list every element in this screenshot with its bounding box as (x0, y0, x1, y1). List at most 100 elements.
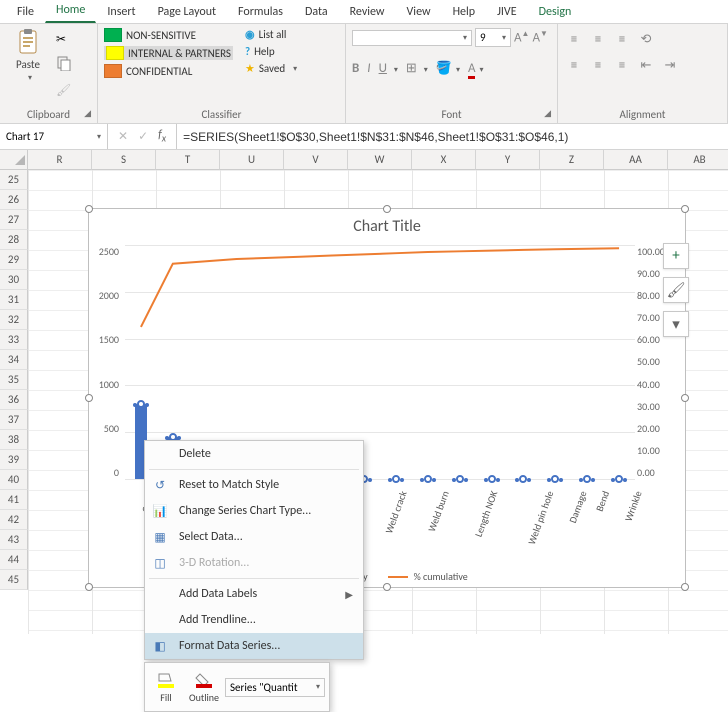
series-marker-12[interactable] (519, 475, 527, 483)
tab-review[interactable]: Review (339, 1, 396, 23)
col-header-Z[interactable]: Z (540, 150, 604, 170)
legend-cumulative[interactable]: % cumulative (388, 570, 468, 583)
orientation-icon[interactable]: ⟲ (636, 28, 656, 50)
enter-formula-icon[interactable]: ✓ (138, 129, 148, 144)
align-center-icon[interactable]: ≡ (588, 54, 608, 76)
font-size-combo[interactable]: 9▾ (475, 28, 511, 47)
col-header-W[interactable]: W (348, 150, 412, 170)
italic-button[interactable]: I (367, 61, 370, 76)
tab-page-layout[interactable]: Page Layout (147, 1, 227, 23)
font-launcher[interactable]: ◢ (544, 108, 551, 119)
font-color-button[interactable]: A▾ (468, 61, 484, 76)
align-bottom-icon[interactable]: ≡ (612, 28, 632, 50)
col-header-AA[interactable]: AA (604, 150, 668, 170)
decrease-font-icon[interactable]: A▼ (532, 29, 547, 45)
row-header-33[interactable]: 33 (0, 330, 28, 350)
series-marker-15[interactable] (615, 475, 623, 483)
clipboard-launcher[interactable]: ◢ (84, 108, 91, 119)
series-marker-10[interactable] (456, 475, 464, 483)
format-painter-icon[interactable]: 🖌 (56, 83, 72, 98)
row-header-30[interactable]: 30 (0, 270, 28, 290)
col-header-R[interactable]: R (28, 150, 92, 170)
row-header-44[interactable]: 44 (0, 550, 28, 570)
row-header-32[interactable]: 32 (0, 310, 28, 330)
row-header-40[interactable]: 40 (0, 470, 28, 490)
row-header-29[interactable]: 29 (0, 250, 28, 270)
series-marker-11[interactable] (488, 475, 496, 483)
tab-insert[interactable]: Insert (96, 1, 146, 23)
col-header-T[interactable]: T (156, 150, 220, 170)
cells-area[interactable]: Chart Title 25002000150010005000 100.009… (28, 170, 728, 634)
font-name-combo[interactable]: ▾ (352, 30, 472, 46)
row-header-28[interactable]: 28 (0, 230, 28, 250)
col-header-X[interactable]: X (412, 150, 476, 170)
row-header-36[interactable]: 36 (0, 390, 28, 410)
increase-indent-icon[interactable]: ⇥ (660, 54, 680, 76)
fill-color-button[interactable]: 🪣▾ (436, 61, 460, 76)
chart-title[interactable]: Chart Title (89, 209, 685, 238)
align-middle-icon[interactable]: ≡ (588, 28, 608, 50)
col-header-AB[interactable]: AB (668, 150, 728, 170)
series-marker-9[interactable] (424, 475, 432, 483)
ctx-select-data[interactable]: ▦Select Data... (145, 524, 363, 550)
mini-outline-button[interactable]: Outline (187, 671, 221, 704)
col-header-S[interactable]: S (92, 150, 156, 170)
row-header-42[interactable]: 42 (0, 510, 28, 530)
list-all-button[interactable]: ◉List all (245, 28, 297, 41)
paste-button[interactable]: Paste ▾ (6, 28, 50, 83)
row-header-31[interactable]: 31 (0, 290, 28, 310)
series-marker-0[interactable] (137, 400, 145, 408)
tab-data[interactable]: Data (294, 1, 339, 23)
row-header-38[interactable]: 38 (0, 430, 28, 450)
row-header-34[interactable]: 34 (0, 350, 28, 370)
tab-design[interactable]: Design (528, 1, 583, 23)
classifier-nonsensitive[interactable]: NON-SENSITIVE (104, 28, 233, 42)
select-all-corner[interactable] (0, 150, 28, 170)
align-left-icon[interactable]: ≡ (564, 54, 584, 76)
border-button[interactable]: ⊞ ▾ (406, 61, 428, 76)
ctx-change-type[interactable]: 📊Change Series Chart Type... (145, 498, 363, 524)
ctx-trendline[interactable]: Add Trendline... (145, 607, 363, 633)
copy-icon[interactable] (56, 55, 72, 75)
tab-formulas[interactable]: Formulas (227, 1, 294, 23)
tab-view[interactable]: View (396, 1, 442, 23)
mini-fill-button[interactable]: Fill (149, 671, 183, 704)
help-button[interactable]: ?Help (245, 45, 297, 58)
tab-jive[interactable]: JIVE (486, 1, 528, 23)
align-right-icon[interactable]: ≡ (612, 54, 632, 76)
row-header-45[interactable]: 45 (0, 570, 28, 590)
chart-styles-button[interactable]: 🖌 (663, 277, 689, 303)
cancel-formula-icon[interactable]: ✕ (118, 129, 128, 144)
chart-elements-button[interactable]: + (663, 243, 689, 269)
row-header-26[interactable]: 26 (0, 190, 28, 210)
row-header-35[interactable]: 35 (0, 370, 28, 390)
tab-home[interactable]: Home (45, 0, 96, 23)
decrease-indent-icon[interactable]: ⇤ (636, 54, 656, 76)
col-header-V[interactable]: V (284, 150, 348, 170)
series-marker-8[interactable] (392, 475, 400, 483)
saved-button[interactable]: ★Saved▾ (245, 62, 297, 75)
ctx-reset[interactable]: ↺Reset to Match Style (145, 472, 363, 498)
ctx-delete[interactable]: Delete (145, 441, 363, 467)
row-header-39[interactable]: 39 (0, 450, 28, 470)
fx-icon[interactable]: fx (158, 128, 166, 144)
series-marker-14[interactable] (583, 475, 591, 483)
classifier-confidential[interactable]: CONFIDENTIAL (104, 64, 233, 78)
classifier-internal[interactable]: INTERNAL & PARTNERS (104, 46, 233, 60)
align-top-icon[interactable]: ≡ (564, 28, 584, 50)
chart-filter-button[interactable]: ▾ (663, 311, 689, 337)
col-header-Y[interactable]: Y (476, 150, 540, 170)
col-header-U[interactable]: U (220, 150, 284, 170)
cumulative-line[interactable] (141, 248, 619, 327)
row-header-37[interactable]: 37 (0, 410, 28, 430)
bold-button[interactable]: B (352, 61, 359, 76)
name-box[interactable]: Chart 17▾ (0, 124, 108, 149)
ctx-labels[interactable]: Add Data Labels▶ (145, 581, 363, 607)
tab-help[interactable]: Help (442, 1, 487, 23)
underline-button[interactable]: U ▾ (379, 61, 398, 76)
cut-icon[interactable]: ✂ (56, 32, 72, 47)
row-header-25[interactable]: 25 (0, 170, 28, 190)
row-header-41[interactable]: 41 (0, 490, 28, 510)
formula-input[interactable] (177, 124, 728, 149)
increase-font-icon[interactable]: A▲ (514, 29, 529, 45)
